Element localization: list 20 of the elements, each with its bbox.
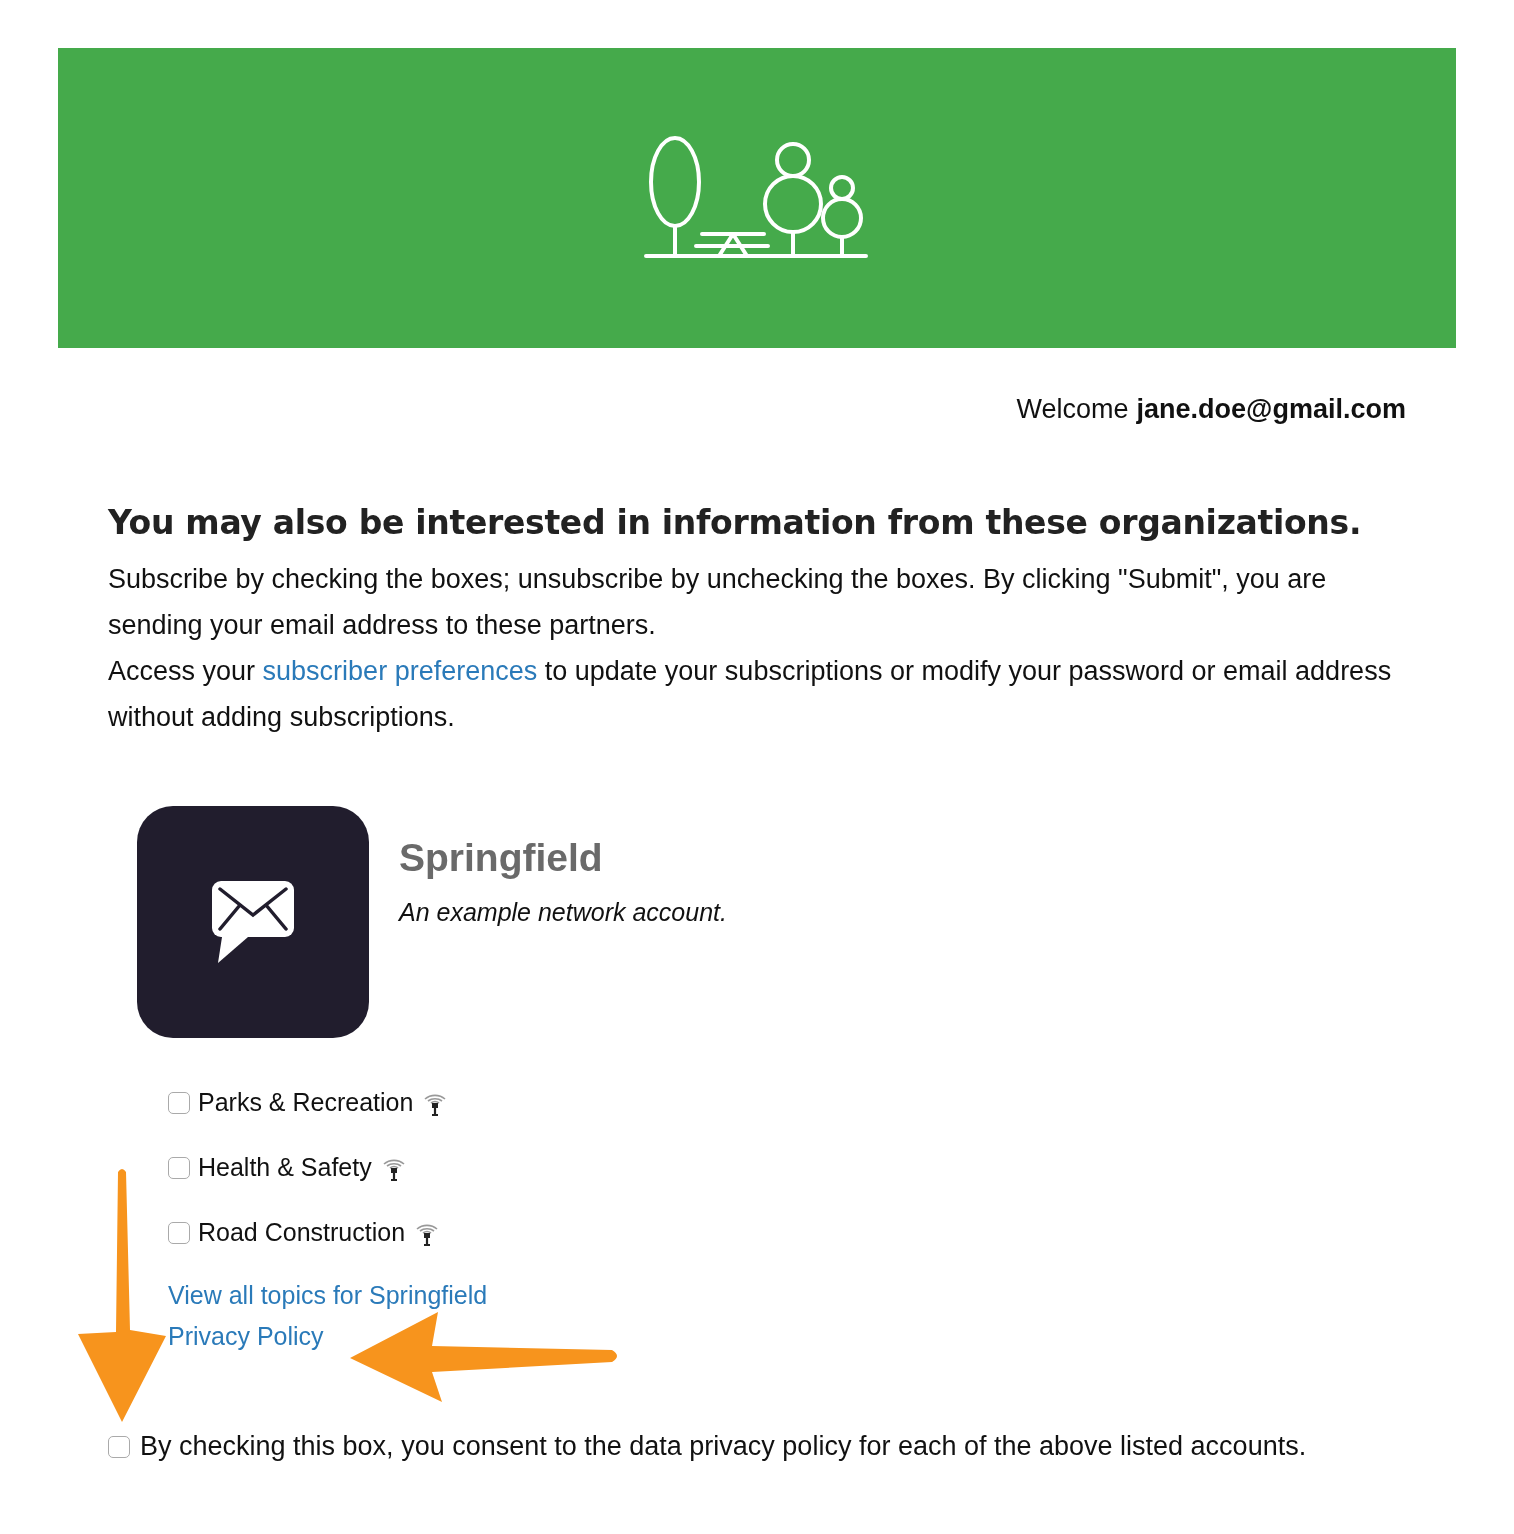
welcome-label: Welcome: [1016, 394, 1129, 425]
checkbox[interactable]: [108, 1435, 130, 1458]
topic-link[interactable]: View all topics for Springfield: [168, 1281, 488, 1310]
checkbox[interactable]: [168, 1091, 190, 1114]
topic-label: Road Construction: [198, 1218, 406, 1247]
consent-label: By checking this box, you consent to the data privacy policy for each of the above listed accounts.: [140, 1431, 1307, 1462]
mail-chat-icon: [210, 879, 296, 965]
preferences-link[interactable]: subscriber preferences: [262, 656, 538, 686]
checkbox[interactable]: [168, 1221, 190, 1244]
section-heading: You may also be interested in information from these organizations.: [108, 503, 1363, 542]
checkbox[interactable]: [168, 1156, 190, 1179]
intro-paragraph: Subscribe by checking the boxes; unsubscribe by unchecking the boxes. By clicking "Submit", you are sending your email address to these partners.: [108, 563, 1328, 642]
account-description: An example network account.: [399, 898, 727, 927]
user-email: jane.doe@gmail.com: [1136, 394, 1406, 425]
access-paragraph: Access your subscriber preferences to update your subscriptions or modify your password or email address without adding subscriptions.: [108, 655, 1393, 734]
topic-label: Health & Safety: [198, 1153, 372, 1182]
park-logo-icon: [644, 136, 870, 260]
account-name: Springfield: [399, 836, 604, 880]
topic-link[interactable]: Privacy Policy: [168, 1322, 324, 1351]
topic-label: Parks & Recreation: [198, 1088, 414, 1117]
